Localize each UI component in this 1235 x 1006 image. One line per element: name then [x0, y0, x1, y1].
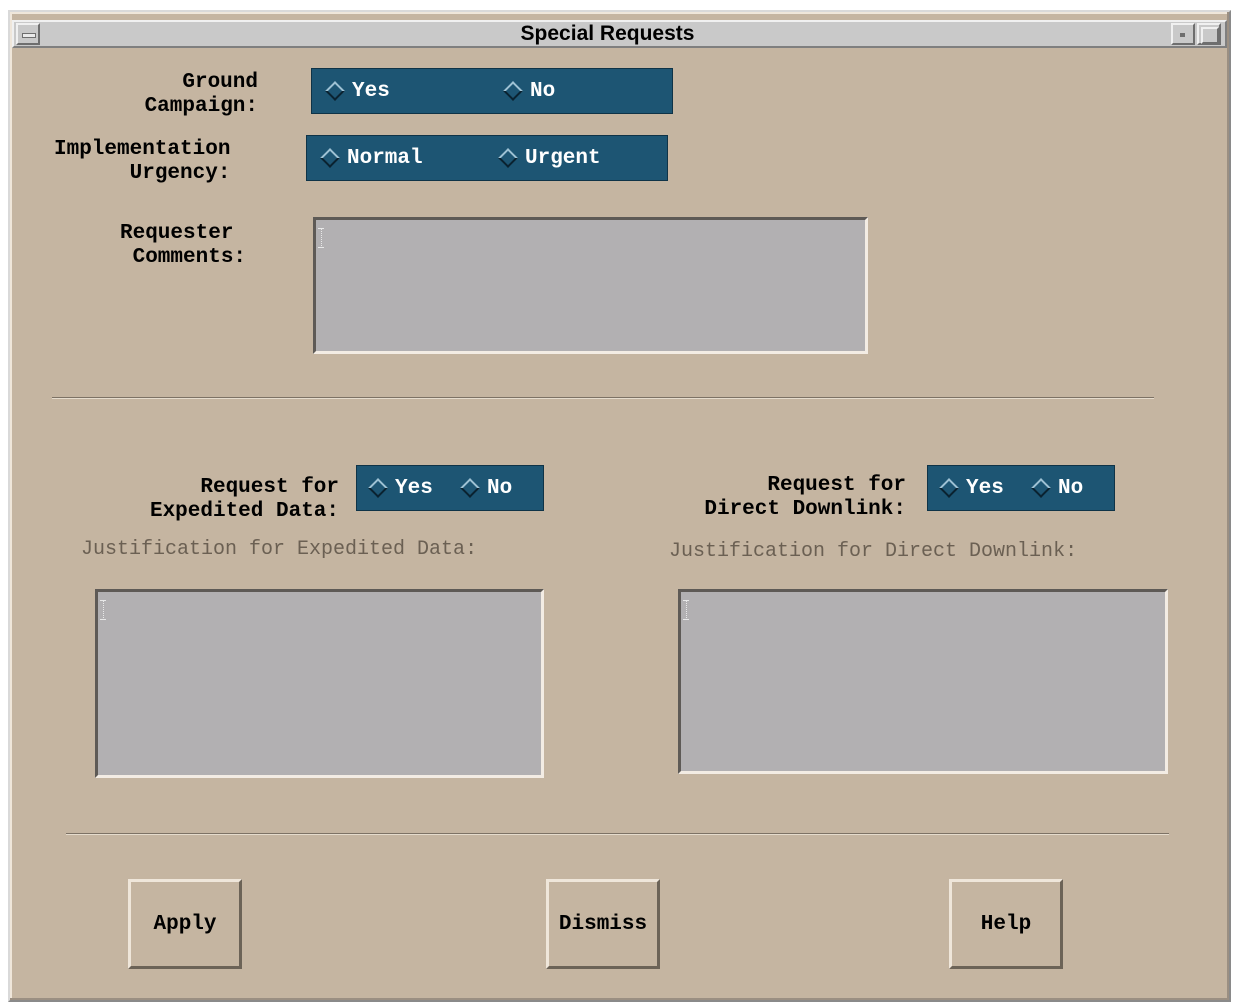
separator — [52, 397, 1154, 399]
text-cursor-icon — [100, 600, 106, 620]
ground-campaign-label: Ground Campaign: — [144, 71, 258, 118]
radio-label: Yes — [966, 476, 1004, 500]
expedited-justification-field[interactable] — [95, 589, 544, 778]
apply-button[interactable]: Apply — [128, 879, 242, 969]
radio-label: No — [530, 79, 556, 103]
downlink-justification-label: Justification for Direct Downlink: — [669, 540, 1078, 563]
diamond-radio-icon — [460, 478, 480, 498]
diamond-radio-icon — [939, 478, 959, 498]
direct-downlink-radio-group: Yes No — [927, 465, 1115, 511]
text-cursor-icon — [683, 600, 689, 620]
urgency-urgent-radio[interactable]: Urgent — [497, 136, 601, 180]
radio-label: Urgent — [525, 146, 601, 170]
urgency-normal-radio[interactable]: Normal — [319, 136, 423, 180]
ground-campaign-yes-radio[interactable]: Yes — [324, 69, 390, 113]
direct-downlink-no-radio[interactable]: No — [1030, 466, 1083, 510]
radio-label: No — [487, 476, 513, 500]
requester-comments-field[interactable] — [313, 217, 868, 354]
downlink-justification-field[interactable] — [678, 589, 1168, 774]
implementation-urgency-radio-group: Normal Urgent — [306, 135, 668, 181]
diamond-radio-icon — [503, 81, 523, 101]
text-cursor-icon — [318, 228, 324, 248]
separator — [66, 833, 1169, 835]
title-bar[interactable]: Special Requests — [12, 20, 1227, 48]
expedited-justification-label: Justification for Expedited Data: — [81, 538, 478, 561]
diamond-radio-icon — [1031, 478, 1051, 498]
diamond-radio-icon — [320, 148, 340, 168]
expedited-data-radio-group: Yes No — [356, 465, 544, 511]
diamond-radio-icon — [325, 81, 345, 101]
direct-downlink-label: Request for Direct Downlink: — [704, 474, 906, 521]
radio-label: Yes — [352, 79, 390, 103]
ground-campaign-no-radio[interactable]: No — [502, 69, 555, 113]
window-menu-icon[interactable] — [16, 23, 40, 45]
direct-downlink-yes-radio[interactable]: Yes — [938, 466, 1004, 510]
diamond-radio-icon — [368, 478, 388, 498]
requester-comments-label: Requester Comments: — [120, 222, 247, 269]
maximize-icon[interactable] — [1197, 23, 1221, 45]
dismiss-button[interactable]: Dismiss — [546, 879, 660, 969]
implementation-urgency-label: Implementation Urgency: — [54, 138, 231, 185]
radio-label: Yes — [395, 476, 433, 500]
expedited-data-label: Request for Expedited Data: — [149, 476, 339, 523]
expedited-data-yes-radio[interactable]: Yes — [367, 466, 433, 510]
expedited-data-no-radio[interactable]: No — [459, 466, 512, 510]
radio-label: Normal — [347, 146, 423, 170]
ground-campaign-radio-group: Yes No — [311, 68, 673, 114]
radio-label: No — [1058, 476, 1084, 500]
diamond-radio-icon — [498, 148, 518, 168]
window-title: Special Requests — [520, 22, 695, 45]
minimize-icon[interactable] — [1171, 23, 1195, 45]
help-button[interactable]: Help — [949, 879, 1063, 969]
